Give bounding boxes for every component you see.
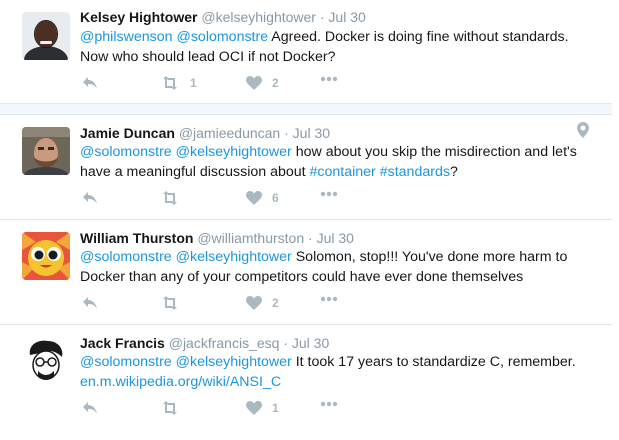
more-button[interactable]: [320, 191, 338, 197]
mention-link[interactable]: @solomonstre: [80, 354, 172, 370]
like-button[interactable]: 1: [246, 401, 279, 415]
retweet-button[interactable]: [160, 296, 190, 310]
more-button[interactable]: [320, 76, 338, 82]
retweet-button[interactable]: [160, 401, 190, 415]
like-count: 1: [272, 401, 279, 415]
more-button[interactable]: [320, 401, 338, 407]
tweet-timestamp[interactable]: · Jul 30: [284, 125, 330, 141]
heart-icon: [246, 191, 262, 205]
tweet-header: Jack Francis @jackfrancis_esq · Jul 30: [80, 335, 329, 351]
like-button[interactable]: 2: [246, 296, 279, 310]
reply-icon: [83, 297, 97, 309]
heart-icon: [246, 401, 262, 415]
avatar[interactable]: [22, 127, 70, 175]
heart-icon: [246, 296, 262, 310]
like-count: 2: [272, 76, 279, 90]
conversation-timeline: Kelsey Hightower @kelseyhightower · Jul …: [0, 0, 619, 440]
user-handle[interactable]: @jamieeduncan: [179, 125, 280, 141]
tweet-text: @philswenson @solomonstre Agreed. Docker…: [80, 28, 600, 67]
retweet-icon: [163, 76, 177, 90]
reply-button[interactable]: [82, 401, 98, 415]
conversation-divider: [0, 103, 612, 115]
mention-link[interactable]: @philswenson: [80, 29, 172, 45]
tweet-header: William Thurston @williamthurston · Jul …: [80, 230, 354, 246]
url-link[interactable]: en.m.wikipedia.org/wiki/ANSI_C: [80, 374, 281, 390]
user-fullname[interactable]: William Thurston: [80, 230, 193, 246]
like-count: 6: [272, 191, 279, 205]
reply-button[interactable]: [82, 191, 98, 205]
hashtag-link[interactable]: #container: [310, 164, 376, 180]
hashtag-link[interactable]: #standards: [380, 164, 450, 180]
mention-link[interactable]: @solomonstre: [80, 249, 172, 265]
retweet-icon: [163, 296, 177, 310]
like-button[interactable]: 6: [246, 191, 279, 205]
tweet-actions: 1: [82, 401, 382, 419]
retweet-button[interactable]: 1: [160, 76, 197, 90]
more-icon: [320, 76, 338, 82]
tweet[interactable]: Jack Francis @jackfrancis_esq · Jul 30 @…: [0, 325, 612, 440]
tweet-text: @solomonstre @kelseyhightower how about …: [80, 143, 600, 182]
tweet-timestamp[interactable]: · Jul 30: [320, 9, 366, 25]
like-button[interactable]: 2: [246, 76, 279, 90]
tweet-timestamp[interactable]: · Jul 30: [308, 230, 354, 246]
user-handle[interactable]: @williamthurston: [197, 230, 304, 246]
tweet-text: @solomonstre @kelseyhightower Solomon, s…: [80, 248, 600, 287]
like-count: 2: [272, 296, 279, 310]
user-fullname[interactable]: Jack Francis: [80, 335, 165, 351]
retweet-icon: [163, 191, 177, 205]
tweet-timestamp[interactable]: · Jul 30: [283, 335, 329, 351]
avatar[interactable]: [22, 337, 70, 385]
tweet-header: Kelsey Hightower @kelseyhightower · Jul …: [80, 9, 366, 25]
tweet-header: Jamie Duncan @jamieeduncan · Jul 30: [80, 125, 330, 141]
mention-link[interactable]: @solomonstre: [80, 144, 172, 160]
avatar[interactable]: [22, 12, 70, 60]
retweet-button[interactable]: [160, 191, 190, 205]
tweet-actions: 2: [82, 296, 382, 314]
mention-link[interactable]: @kelseyhightower: [176, 144, 292, 160]
tweet-actions: 6: [82, 191, 382, 209]
mention-link[interactable]: @kelseyhightower: [176, 354, 292, 370]
reply-button[interactable]: [82, 76, 98, 90]
tweet[interactable]: William Thurston @williamthurston · Jul …: [0, 220, 612, 324]
reply-button[interactable]: [82, 296, 98, 310]
tweet[interactable]: Kelsey Hightower @kelseyhightower · Jul …: [0, 0, 612, 104]
mention-link[interactable]: @kelseyhightower: [176, 249, 292, 265]
text-segment: ?: [449, 163, 458, 180]
user-handle[interactable]: @kelseyhightower: [201, 9, 316, 25]
retweet-count: 1: [190, 76, 197, 90]
heart-icon: [246, 76, 262, 90]
more-button[interactable]: [320, 296, 338, 302]
retweet-icon: [163, 401, 177, 415]
user-handle[interactable]: @jackfrancis_esq: [169, 335, 280, 351]
tweet[interactable]: Jamie Duncan @jamieeduncan · Jul 30 @sol…: [0, 115, 612, 219]
mention-link[interactable]: @solomonstre: [176, 29, 268, 45]
more-icon: [320, 191, 338, 197]
user-fullname[interactable]: Kelsey Hightower: [80, 9, 197, 25]
more-icon: [320, 296, 338, 302]
tweet-actions: 1 2: [82, 76, 382, 94]
user-fullname[interactable]: Jamie Duncan: [80, 125, 175, 141]
more-icon: [320, 401, 338, 407]
reply-icon: [83, 192, 97, 204]
tweet-text: @solomonstre @kelseyhightower It took 17…: [80, 353, 600, 392]
text-segment: It took 17 years to standardize C, remem…: [291, 354, 576, 370]
reply-icon: [83, 402, 97, 414]
avatar[interactable]: [22, 232, 70, 280]
reply-icon: [83, 77, 97, 89]
location-pin-icon[interactable]: [577, 122, 589, 138]
